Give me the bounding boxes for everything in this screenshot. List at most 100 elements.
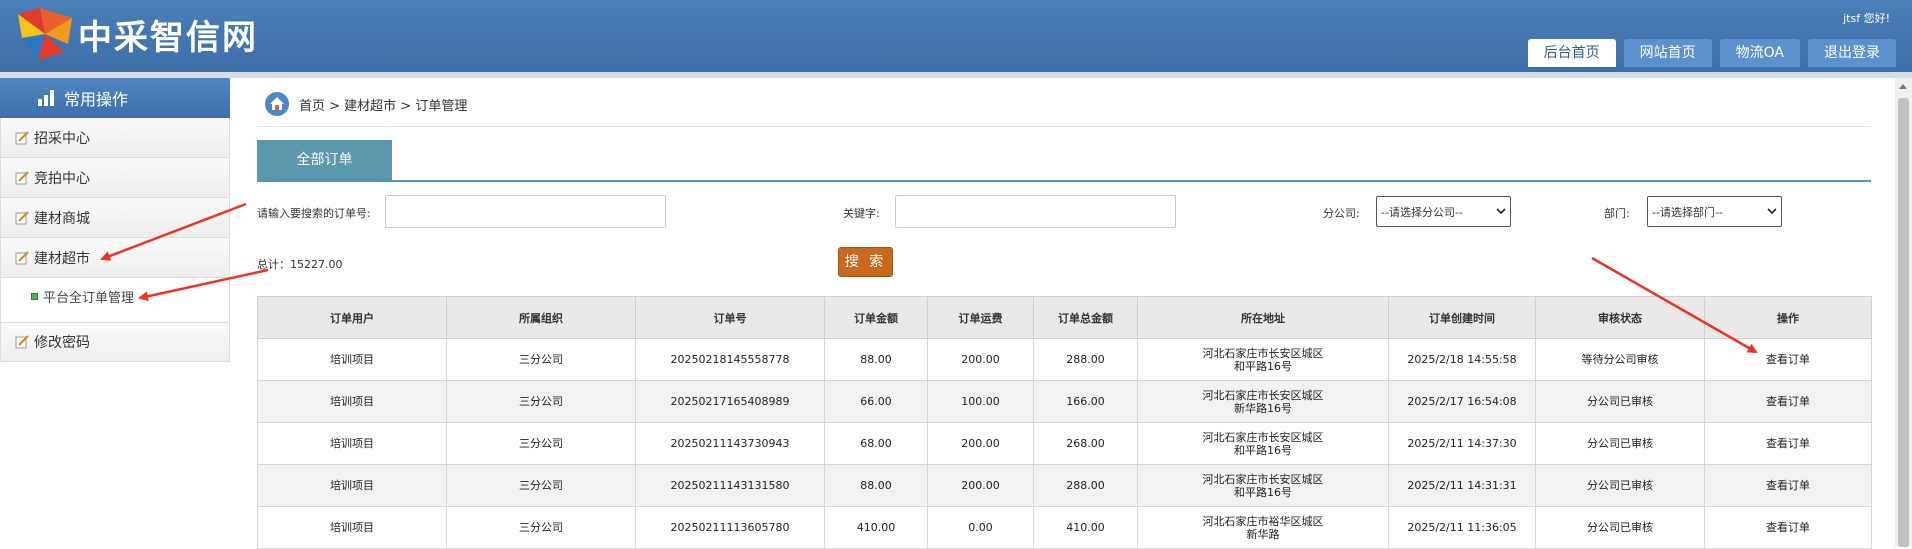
- top-nav: 后台首页 网站首页 物流OA 退出登录: [1527, 39, 1896, 67]
- scroll-up-icon[interactable]: [1899, 84, 1907, 89]
- sidebar-item-change-password[interactable]: 修改密码: [0, 322, 230, 362]
- sidebar-item-supermarket[interactable]: 建材超市: [0, 238, 230, 278]
- column-header: 审核状态: [1535, 296, 1705, 339]
- edit-icon: [15, 335, 29, 349]
- nav-logistics-oa[interactable]: 物流OA: [1719, 39, 1800, 67]
- breadcrumb: 首页 > 建材超市 > 订单管理: [265, 92, 467, 116]
- table-row: 培训项目 三分公司 20250211113605780 410.00 0.00 410.0…: [257, 506, 1872, 549]
- column-header: 订单金额: [824, 296, 928, 339]
- tab-bar: 全部订单: [257, 140, 1871, 182]
- logo-text: 中采智信网: [78, 17, 258, 58]
- top-header: 中采智信网 jtsf 您好! 后台首页 网站首页 物流OA 退出登录: [0, 0, 1912, 72]
- column-header: 所在地址: [1137, 296, 1389, 339]
- order-number-input[interactable]: [385, 195, 666, 228]
- cell-freight: 200.00: [927, 464, 1034, 507]
- cell-organization: 三分公司: [446, 464, 636, 507]
- cell-user: 培训项目: [257, 422, 447, 465]
- nav-site-home[interactable]: 网站首页: [1623, 39, 1712, 67]
- column-header: 订单号: [635, 296, 825, 339]
- cell-address: 河北石家庄市裕华区城区 新华路: [1137, 506, 1389, 549]
- chevron-down-icon: [1496, 205, 1506, 218]
- view-order-link[interactable]: 查看订单: [1704, 422, 1872, 465]
- search-button[interactable]: 搜 索: [838, 247, 893, 277]
- company-select[interactable]: --请选择分公司--: [1376, 196, 1511, 227]
- bullet-icon: [31, 292, 38, 300]
- cell-order-number: 20250218145558778: [635, 338, 825, 381]
- cell-address: 河北石家庄市长安区城区 新华路16号: [1137, 380, 1389, 423]
- department-select-value: --请选择部门--: [1652, 205, 1723, 219]
- cell-created-time: 2025/2/17 16:54:08: [1388, 380, 1536, 423]
- cell-amount: 68.00: [824, 422, 928, 465]
- cell-organization: 三分公司: [446, 422, 636, 465]
- cell-status: 分公司已审核: [1535, 380, 1705, 423]
- cell-organization: 三分公司: [446, 338, 636, 381]
- cell-total: 410.00: [1033, 506, 1138, 549]
- company-label: 分公司:: [1323, 207, 1360, 220]
- sidebar-item-auction[interactable]: 竞拍中心: [0, 158, 230, 198]
- nav-logout[interactable]: 退出登录: [1808, 39, 1896, 67]
- bar-chart-icon: [38, 90, 56, 106]
- cell-freight: 200.00: [927, 338, 1034, 381]
- cell-user: 培训项目: [257, 380, 447, 423]
- table-row: 培训项目 三分公司 20250211143131580 88.00 200.00 288.…: [257, 464, 1872, 507]
- cell-created-time: 2025/2/11 11:36:05: [1388, 506, 1536, 549]
- cell-created-time: 2025/2/18 14:55:58: [1388, 338, 1536, 381]
- total-amount: 总计：15227.00: [257, 258, 343, 271]
- order-number-label: 请输入要搜索的订单号:: [257, 207, 371, 220]
- cell-amount: 88.00: [824, 338, 928, 381]
- cell-freight: 200.00: [927, 422, 1034, 465]
- keyword-input[interactable]: [895, 195, 1176, 228]
- cell-order-number: 20250211113605780: [635, 506, 825, 549]
- cell-user: 培训项目: [257, 464, 447, 507]
- department-select[interactable]: --请选择部门--: [1647, 196, 1782, 227]
- sidebar-item-label: 竞拍中心: [34, 170, 90, 187]
- nav-backend-home[interactable]: 后台首页: [1527, 39, 1616, 67]
- cell-total: 166.00: [1033, 380, 1138, 423]
- table-row: 培训项目 三分公司 20250211143730943 68.00 200.00 268.…: [257, 422, 1872, 465]
- sidebar: 常用操作 招采中心 竞拍中心 建材商城 建材超市 平台全订单管理 修改密码: [0, 78, 230, 547]
- sidebar-item-mall[interactable]: 建材商城: [0, 198, 230, 238]
- cell-freight: 0.00: [927, 506, 1034, 549]
- view-order-link[interactable]: 查看订单: [1704, 338, 1872, 381]
- sidebar-subitem-order-management[interactable]: 平台全订单管理: [0, 278, 230, 314]
- main-content: 首页 > 建材超市 > 订单管理 全部订单 请输入要搜索的订单号: 关键字: 分…: [257, 78, 1872, 549]
- view-order-link[interactable]: 查看订单: [1704, 380, 1872, 423]
- sidebar-item-procurement[interactable]: 招采中心: [0, 118, 230, 158]
- scroll-thumb[interactable]: [1898, 98, 1909, 547]
- cell-order-number: 20250211143730943: [635, 422, 825, 465]
- cell-status: 分公司已审核: [1535, 422, 1705, 465]
- home-icon[interactable]: [265, 92, 289, 116]
- sidebar-item-label: 修改密码: [34, 335, 90, 351]
- cell-order-number: 20250211143131580: [635, 464, 825, 507]
- view-order-link[interactable]: 查看订单: [1704, 464, 1872, 507]
- cell-order-number: 20250217165408989: [635, 380, 825, 423]
- chevron-down-icon: [1767, 205, 1777, 218]
- cell-created-time: 2025/2/11 14:37:30: [1388, 422, 1536, 465]
- cell-address: 河北石家庄市长安区城区 和平路16号: [1137, 464, 1389, 507]
- column-header: 订单用户: [257, 296, 447, 339]
- divider: [257, 126, 1871, 127]
- vertical-scrollbar[interactable]: [1895, 78, 1912, 547]
- cell-freight: 100.00: [927, 380, 1034, 423]
- sidebar-gap: [0, 314, 230, 322]
- cell-organization: 三分公司: [446, 506, 636, 549]
- column-header: 操作: [1704, 296, 1872, 339]
- edit-icon: [15, 210, 29, 225]
- orders-table: 订单用户 所属组织 订单号 订单金额 订单运费 订单总金额 所在地址 订单创建时…: [257, 296, 1872, 549]
- company-select-value: --请选择分公司--: [1381, 205, 1463, 219]
- cell-amount: 66.00: [824, 380, 928, 423]
- cell-created-time: 2025/2/11 14:31:31: [1388, 464, 1536, 507]
- keyword-label: 关键字:: [843, 207, 880, 220]
- tab-all-orders[interactable]: 全部订单: [257, 140, 392, 180]
- cell-amount: 410.00: [824, 506, 928, 549]
- sidebar-item-label: 建材商城: [34, 210, 90, 227]
- cell-status: 分公司已审核: [1535, 506, 1705, 549]
- cell-organization: 三分公司: [446, 380, 636, 423]
- user-greeting: jtsf 您好!: [1843, 12, 1890, 25]
- cell-status: 分公司已审核: [1535, 464, 1705, 507]
- sidebar-header: 常用操作: [0, 78, 230, 118]
- cell-user: 培训项目: [257, 338, 447, 381]
- department-label: 部门:: [1604, 207, 1630, 220]
- view-order-link[interactable]: 查看订单: [1704, 506, 1872, 549]
- cell-total: 288.00: [1033, 464, 1138, 507]
